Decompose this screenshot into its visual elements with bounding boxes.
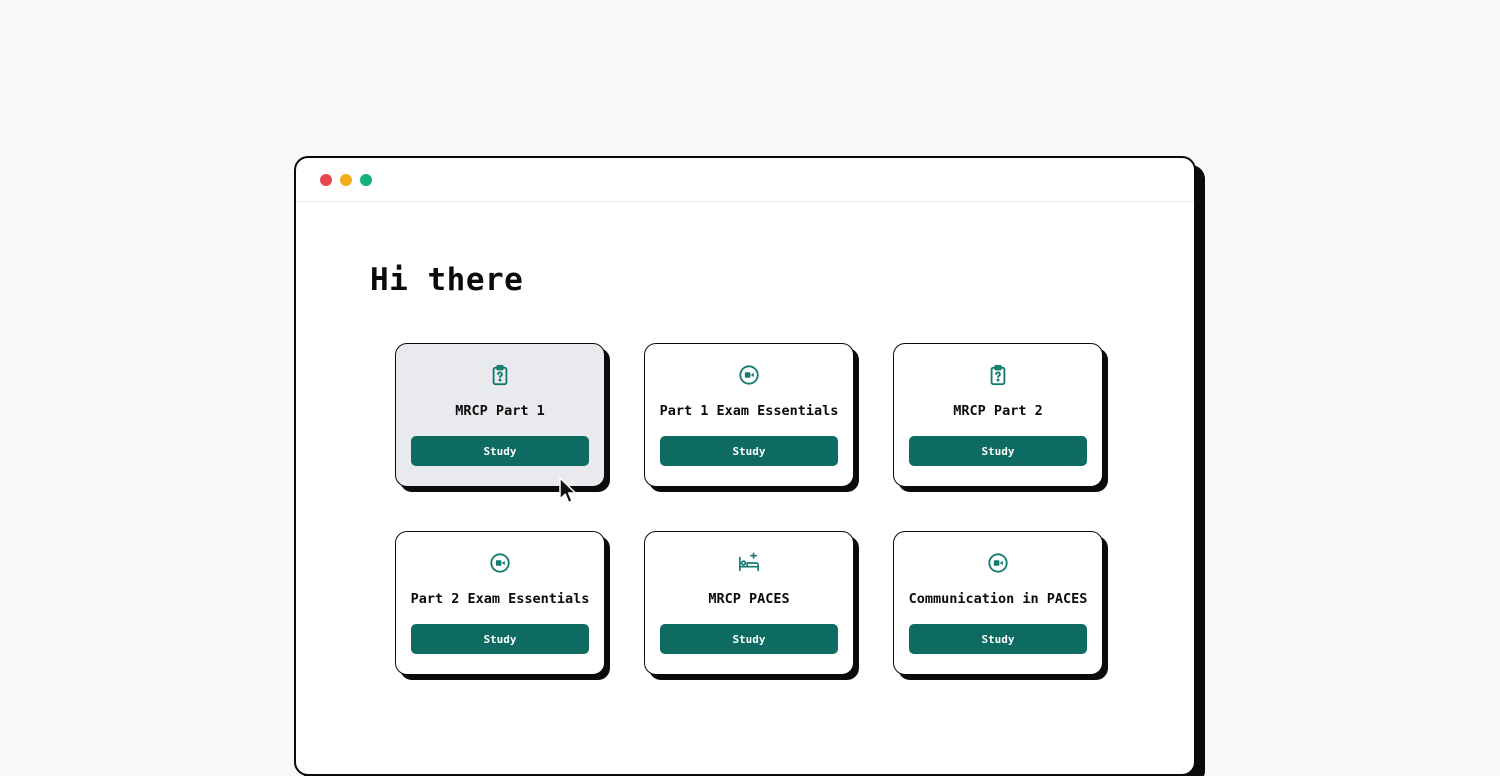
close-window-dot[interactable] [320,174,332,186]
browser-window: Hi there MRCP Part 1 Study Part 1 Exam E… [294,156,1196,776]
hospital-bed-icon [738,552,760,574]
course-card-mrcp-part-2[interactable]: MRCP Part 2 Study [893,343,1103,487]
course-card-part-1-exam-essentials[interactable]: Part 1 Exam Essentials Study [644,343,854,487]
study-button[interactable]: Study [660,624,838,654]
course-card-communication-in-paces[interactable]: Communication in PACES Study [893,531,1103,675]
video-icon [987,552,1009,574]
minimize-window-dot[interactable] [340,174,352,186]
video-icon [489,552,511,574]
clipboard-question-icon [987,364,1009,386]
card-title: Communication in PACES [908,591,1088,607]
card-title: MRCP Part 2 [953,403,1043,419]
study-button[interactable]: Study [411,624,589,654]
maximize-window-dot[interactable] [360,174,372,186]
title-bar [296,158,1194,202]
course-card-mrcp-paces[interactable]: MRCP PACES Study [644,531,854,675]
study-button[interactable]: Study [660,436,838,466]
study-button[interactable]: Study [411,436,589,466]
card-title: Part 1 Exam Essentials [659,403,839,419]
card-title: MRCP PACES [708,591,790,607]
card-title: Part 2 Exam Essentials [410,591,590,607]
study-button[interactable]: Study [909,436,1087,466]
video-icon [738,364,760,386]
card-title: MRCP Part 1 [455,403,545,419]
course-card-mrcp-part-1[interactable]: MRCP Part 1 Study [395,343,605,487]
page-title: Hi there [370,262,524,298]
study-button[interactable]: Study [909,624,1087,654]
clipboard-question-icon [489,364,511,386]
course-card-part-2-exam-essentials[interactable]: Part 2 Exam Essentials Study [395,531,605,675]
